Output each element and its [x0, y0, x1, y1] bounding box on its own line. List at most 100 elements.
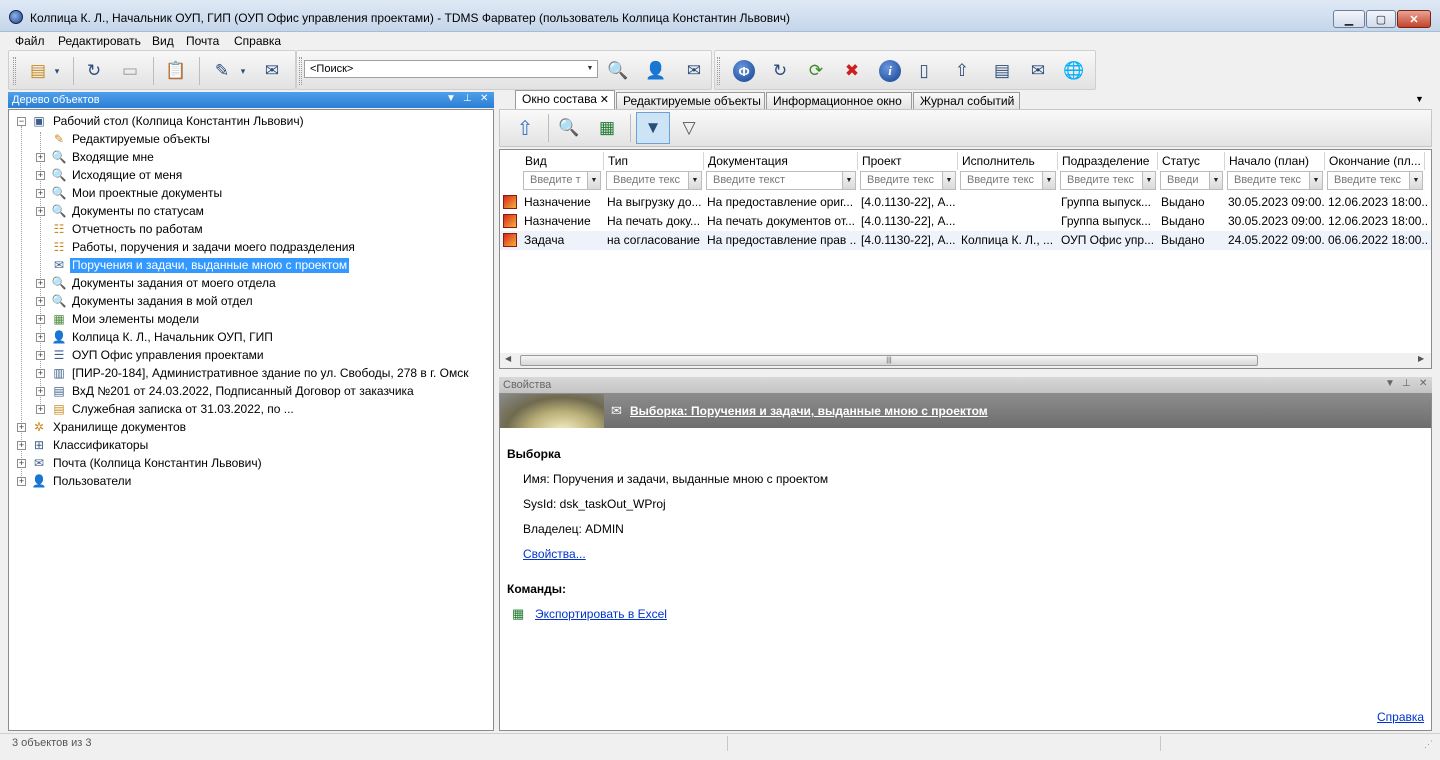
- column-header[interactable]: Статус: [1158, 152, 1225, 170]
- check-in-icon[interactable]: ▯: [911, 58, 937, 84]
- expand-icon[interactable]: +: [36, 207, 45, 216]
- expand-icon[interactable]: +: [17, 423, 26, 432]
- tab-close-icon[interactable]: ✕: [600, 93, 609, 106]
- user-search-icon[interactable]: 👤: [643, 58, 669, 84]
- table-row[interactable]: Назначение На печать доку... На печать д…: [500, 212, 1431, 231]
- panel-close-icon[interactable]: ✕: [1419, 378, 1427, 389]
- menu-help[interactable]: Справка: [234, 34, 281, 48]
- panel-menu-icon[interactable]: ▼: [1385, 378, 1395, 389]
- excel-export-icon[interactable]: ▦: [594, 115, 620, 141]
- collapse-icon[interactable]: −: [17, 117, 26, 126]
- farvater-icon[interactable]: Ф: [733, 60, 755, 82]
- expand-icon[interactable]: +: [36, 297, 45, 306]
- message-icon[interactable]: ▤: [989, 58, 1015, 84]
- toolbar-grip[interactable]: [717, 57, 720, 85]
- reload-icon[interactable]: ↻: [767, 58, 793, 84]
- inbox-icon[interactable]: ✉: [1025, 58, 1051, 84]
- search-input[interactable]: <Поиск> ▼: [304, 60, 598, 78]
- tabs-menu-icon[interactable]: ▼: [1415, 94, 1424, 104]
- tab-event-log[interactable]: Журнал событий: [913, 92, 1020, 109]
- send-mail-icon[interactable]: ✉: [259, 58, 285, 84]
- panel-menu-icon[interactable]: ▼: [446, 93, 456, 104]
- filter-dropdown-icon[interactable]: ▼: [587, 172, 600, 189]
- filter-dropdown-icon[interactable]: ▼: [1142, 172, 1155, 189]
- toolbar-grip[interactable]: [299, 57, 302, 85]
- filter-settings-icon[interactable]: ▽: [676, 115, 702, 141]
- expand-icon[interactable]: +: [36, 279, 45, 288]
- filter-dropdown-icon[interactable]: ▼: [1309, 172, 1322, 189]
- mail-search-icon[interactable]: ✉: [681, 58, 707, 84]
- expand-icon[interactable]: +: [36, 153, 45, 162]
- edit-mail-icon[interactable]: ✎: [209, 58, 235, 84]
- filter-dropdown-icon[interactable]: ▼: [942, 172, 955, 189]
- filter-input[interactable]: Введите текс ▼: [860, 171, 956, 190]
- column-header[interactable]: Начало (план): [1225, 152, 1325, 170]
- filter-input[interactable]: Введите текст ▼: [706, 171, 856, 190]
- filter-dropdown-icon[interactable]: ▼: [1042, 172, 1055, 189]
- column-header[interactable]: Вид: [521, 152, 604, 170]
- maximize-button[interactable]: ▢: [1366, 10, 1396, 28]
- tab-composition[interactable]: Окно состава ✕: [515, 90, 615, 109]
- export-excel-link[interactable]: Экспортировать в Excel: [535, 607, 667, 621]
- expand-icon[interactable]: +: [36, 387, 45, 396]
- globe-icon[interactable]: 🌐: [1061, 58, 1087, 84]
- expand-icon[interactable]: +: [17, 459, 26, 468]
- tab-info-window[interactable]: Информационное окно: [766, 92, 912, 109]
- expand-icon[interactable]: +: [36, 369, 45, 378]
- menu-edit[interactable]: Редактировать: [58, 34, 141, 48]
- menu-mail[interactable]: Почта: [186, 34, 219, 48]
- scroll-left-icon[interactable]: ◀: [505, 354, 511, 363]
- filter-dropdown-icon[interactable]: ▼: [1409, 172, 1422, 189]
- table-row[interactable]: Назначение На выгрузку до... На предоста…: [500, 193, 1431, 212]
- selection-link[interactable]: Выборка: Поручения и задачи, выданные мн…: [630, 404, 988, 418]
- menu-file[interactable]: Файл: [15, 34, 45, 48]
- tab-edited-objects[interactable]: Редактируемые объекты: [616, 92, 765, 109]
- expand-icon[interactable]: +: [36, 315, 45, 324]
- filter-input[interactable]: Введите текс ▼: [1060, 171, 1156, 190]
- column-header[interactable]: Окончание (пл...: [1325, 152, 1425, 170]
- resize-grip-icon[interactable]: ⋰: [1424, 739, 1433, 750]
- toolbar-grip[interactable]: [13, 57, 16, 85]
- users-sync-icon[interactable]: ⟳: [803, 58, 829, 84]
- column-header[interactable]: Тип: [604, 152, 704, 170]
- properties-link[interactable]: Свойства...: [523, 547, 586, 561]
- expand-icon[interactable]: +: [36, 405, 45, 414]
- filter-input[interactable]: Введите текс ▼: [960, 171, 1056, 190]
- close-button[interactable]: ✕: [1397, 10, 1431, 28]
- column-header[interactable]: Подразделение: [1058, 152, 1158, 170]
- new-object-icon[interactable]: ▤: [25, 58, 51, 84]
- pin-icon[interactable]: ⊥: [463, 93, 472, 104]
- filter-input[interactable]: Введите текс ▼: [606, 171, 702, 190]
- help-link[interactable]: Справка: [1377, 710, 1424, 724]
- expand-icon[interactable]: +: [36, 333, 45, 342]
- column-header[interactable]: Проект: [858, 152, 958, 170]
- table-row[interactable]: Задача на согласование На предоставление…: [500, 231, 1431, 250]
- refresh-icon[interactable]: ↻: [81, 58, 107, 84]
- scroll-right-icon[interactable]: ▶: [1418, 354, 1424, 363]
- properties-card-icon[interactable]: ▭: [117, 58, 143, 84]
- panel-close-icon[interactable]: ✕: [480, 93, 488, 104]
- expand-icon[interactable]: +: [36, 189, 45, 198]
- column-header[interactable]: Документация: [704, 152, 858, 170]
- horizontal-scrollbar[interactable]: ◀ ||| ▶: [500, 353, 1431, 368]
- column-header[interactable]: Исполнитель: [958, 152, 1058, 170]
- filter-input[interactable]: Введите текс ▼: [1227, 171, 1323, 190]
- minimize-button[interactable]: ▁: [1333, 10, 1365, 28]
- scrollbar-thumb[interactable]: |||: [520, 355, 1258, 366]
- folder-search-icon[interactable]: 🔍: [605, 58, 631, 84]
- info-icon[interactable]: i: [879, 60, 901, 82]
- expand-icon[interactable]: +: [17, 477, 26, 486]
- clipboard-icon[interactable]: 📋: [163, 58, 189, 84]
- filter-input[interactable]: Введите т ▼: [523, 171, 601, 190]
- up-arrow-icon[interactable]: ⇧: [512, 115, 538, 141]
- search-dropdown-icon[interactable]: ▼: [584, 62, 596, 76]
- check-out-icon[interactable]: ⇧: [949, 58, 975, 84]
- new-dropdown-icon[interactable]: ▾: [51, 58, 63, 84]
- edit-mail-dropdown-icon[interactable]: ▾: [237, 58, 249, 84]
- tree-search-icon[interactable]: 🔍: [556, 115, 582, 141]
- expand-icon[interactable]: +: [36, 351, 45, 360]
- expand-icon[interactable]: +: [17, 441, 26, 450]
- menu-view[interactable]: Вид: [152, 34, 174, 48]
- expand-icon[interactable]: +: [36, 171, 45, 180]
- filter-input[interactable]: Введи ▼: [1160, 171, 1223, 190]
